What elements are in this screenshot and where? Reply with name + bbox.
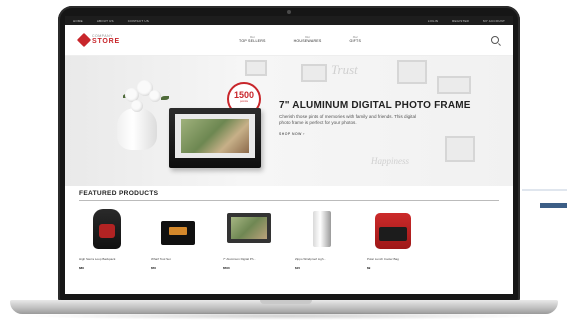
featured-title: FEATURED PRODUCTS <box>79 190 159 197</box>
product-name[interactable]: Wharf Tool Set <box>151 257 211 261</box>
product-price: $50 <box>151 266 157 270</box>
hero-description: Cherish those pints of memories with fam… <box>279 114 417 126</box>
product-price: $9 <box>367 266 371 270</box>
nav-top-sellers[interactable]: Our TOP SELLERS <box>239 36 266 43</box>
tool-set-icon <box>161 221 195 245</box>
backpack-icon <box>93 209 121 249</box>
topbar-link-account[interactable]: My Account <box>483 19 505 23</box>
vase <box>117 108 157 150</box>
product-name[interactable]: Zippo Windproof Ligh... <box>295 257 355 261</box>
wall-frame <box>397 60 427 84</box>
product-card[interactable]: Zippo Windproof Ligh... $15 <box>295 207 355 270</box>
logo-cube-icon <box>76 32 92 48</box>
camera-icon <box>287 10 291 14</box>
product-price: $15 <box>295 266 301 270</box>
product-name[interactable]: 7" Aluminum Digital Ph... <box>223 257 283 261</box>
topbar-link-about[interactable]: About Us <box>97 19 114 23</box>
wall-word-happiness: Happiness <box>371 156 409 166</box>
wall-frame <box>445 136 475 162</box>
featured-section: FEATURED PRODUCTS High Sierra Loop Backp… <box>65 186 513 270</box>
photo-frame-image <box>169 108 261 168</box>
product-price: $500 <box>223 266 230 270</box>
decorative-arrow <box>540 203 567 208</box>
wall-frame <box>245 60 267 76</box>
product-name[interactable]: High Sierra Loop Backpack <box>79 257 139 261</box>
product-card[interactable]: Wharf Tool Set $50 <box>151 207 211 270</box>
wall-frame <box>437 76 471 94</box>
decorative-line <box>522 189 567 191</box>
main-nav: Our TOP SELLERS Our HOUSEWARES Our GIFTS <box>239 36 491 43</box>
divider <box>79 200 499 201</box>
store-logo[interactable]: COMPANY STORE <box>76 32 239 48</box>
wall-frame <box>301 64 327 82</box>
topbar-link-register[interactable]: Register <box>452 19 469 23</box>
topbar-link-contact[interactable]: Contact Us <box>128 19 149 23</box>
nav-housewares[interactable]: Our HOUSEWARES <box>294 36 322 43</box>
hero-copy: 7" ALUMINUM DIGITAL PHOTO FRAME Cherish … <box>279 100 471 136</box>
topbar-link-login[interactable]: Login <box>428 19 438 23</box>
cooler-bag-icon <box>375 213 411 249</box>
wall-word-trust: Trust <box>331 62 358 77</box>
search-icon[interactable] <box>491 36 499 44</box>
product-list: High Sierra Loop Backpack $80 Wharf Tool… <box>79 207 499 270</box>
site-topbar: Home About Us Contact Us Login Register … <box>65 16 513 25</box>
flower <box>131 100 143 112</box>
hero-title: 7" ALUMINUM DIGITAL PHOTO FRAME <box>279 100 471 111</box>
lighter-icon <box>313 211 331 247</box>
laptop-notch <box>260 300 312 304</box>
product-card[interactable]: High Sierra Loop Backpack $80 <box>79 207 139 270</box>
leaf <box>161 96 169 100</box>
nav-gifts[interactable]: Our GIFTS <box>349 36 361 43</box>
shop-now-link[interactable]: SHOP NOW › <box>279 132 469 136</box>
product-card[interactable]: 7" Aluminum Digital Ph... $500 <box>223 207 283 270</box>
product-card[interactable]: Polar Lunch Cooler Bag $9 <box>367 207 427 270</box>
photo-frame-icon <box>227 213 271 243</box>
hero-banner: Trust Happiness 1500 points 7" ALUMINUM … <box>65 56 513 186</box>
laptop-screen: Home About Us Contact Us Login Register … <box>65 16 513 294</box>
flower <box>149 90 161 102</box>
product-price: $80 <box>79 266 85 270</box>
laptop-shadow <box>20 312 548 320</box>
product-name[interactable]: Polar Lunch Cooler Bag <box>367 257 427 261</box>
topbar-link-home[interactable]: Home <box>73 19 83 23</box>
site-header: COMPANY STORE Our TOP SELLERS Our HOUSEW… <box>65 25 513 56</box>
logo-store: STORE <box>92 38 120 46</box>
